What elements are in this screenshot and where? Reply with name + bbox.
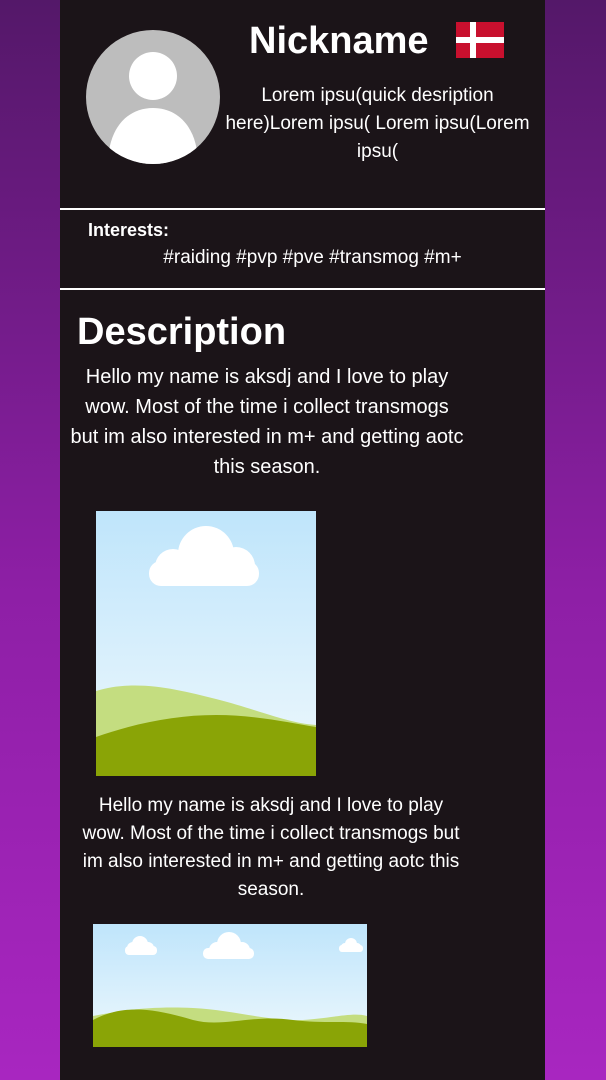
landscape-image[interactable] (93, 924, 367, 1047)
divider (60, 208, 545, 210)
description-title: Description (77, 311, 287, 353)
avatar[interactable] (86, 30, 220, 164)
interests-tags: #raiding #pvp #pve #transmog #m+ (163, 247, 462, 268)
denmark-flag-icon (456, 22, 504, 58)
nickname: Nickname (249, 20, 429, 62)
description-paragraph: Hello my name is aksdj and I love to pla… (70, 366, 464, 478)
profile-panel: Nickname Lorem ipsu(quick desription her… (60, 0, 545, 1080)
landscape-image[interactable] (96, 511, 316, 776)
description-paragraph: Hello my name is aksdj and I love to pla… (82, 795, 460, 900)
nickname-row: Nickname (220, 16, 545, 66)
quick-description: Lorem ipsu(quick desription here)Lorem i… (225, 85, 530, 162)
divider (60, 288, 545, 290)
interests-label: Interests: (88, 220, 170, 240)
